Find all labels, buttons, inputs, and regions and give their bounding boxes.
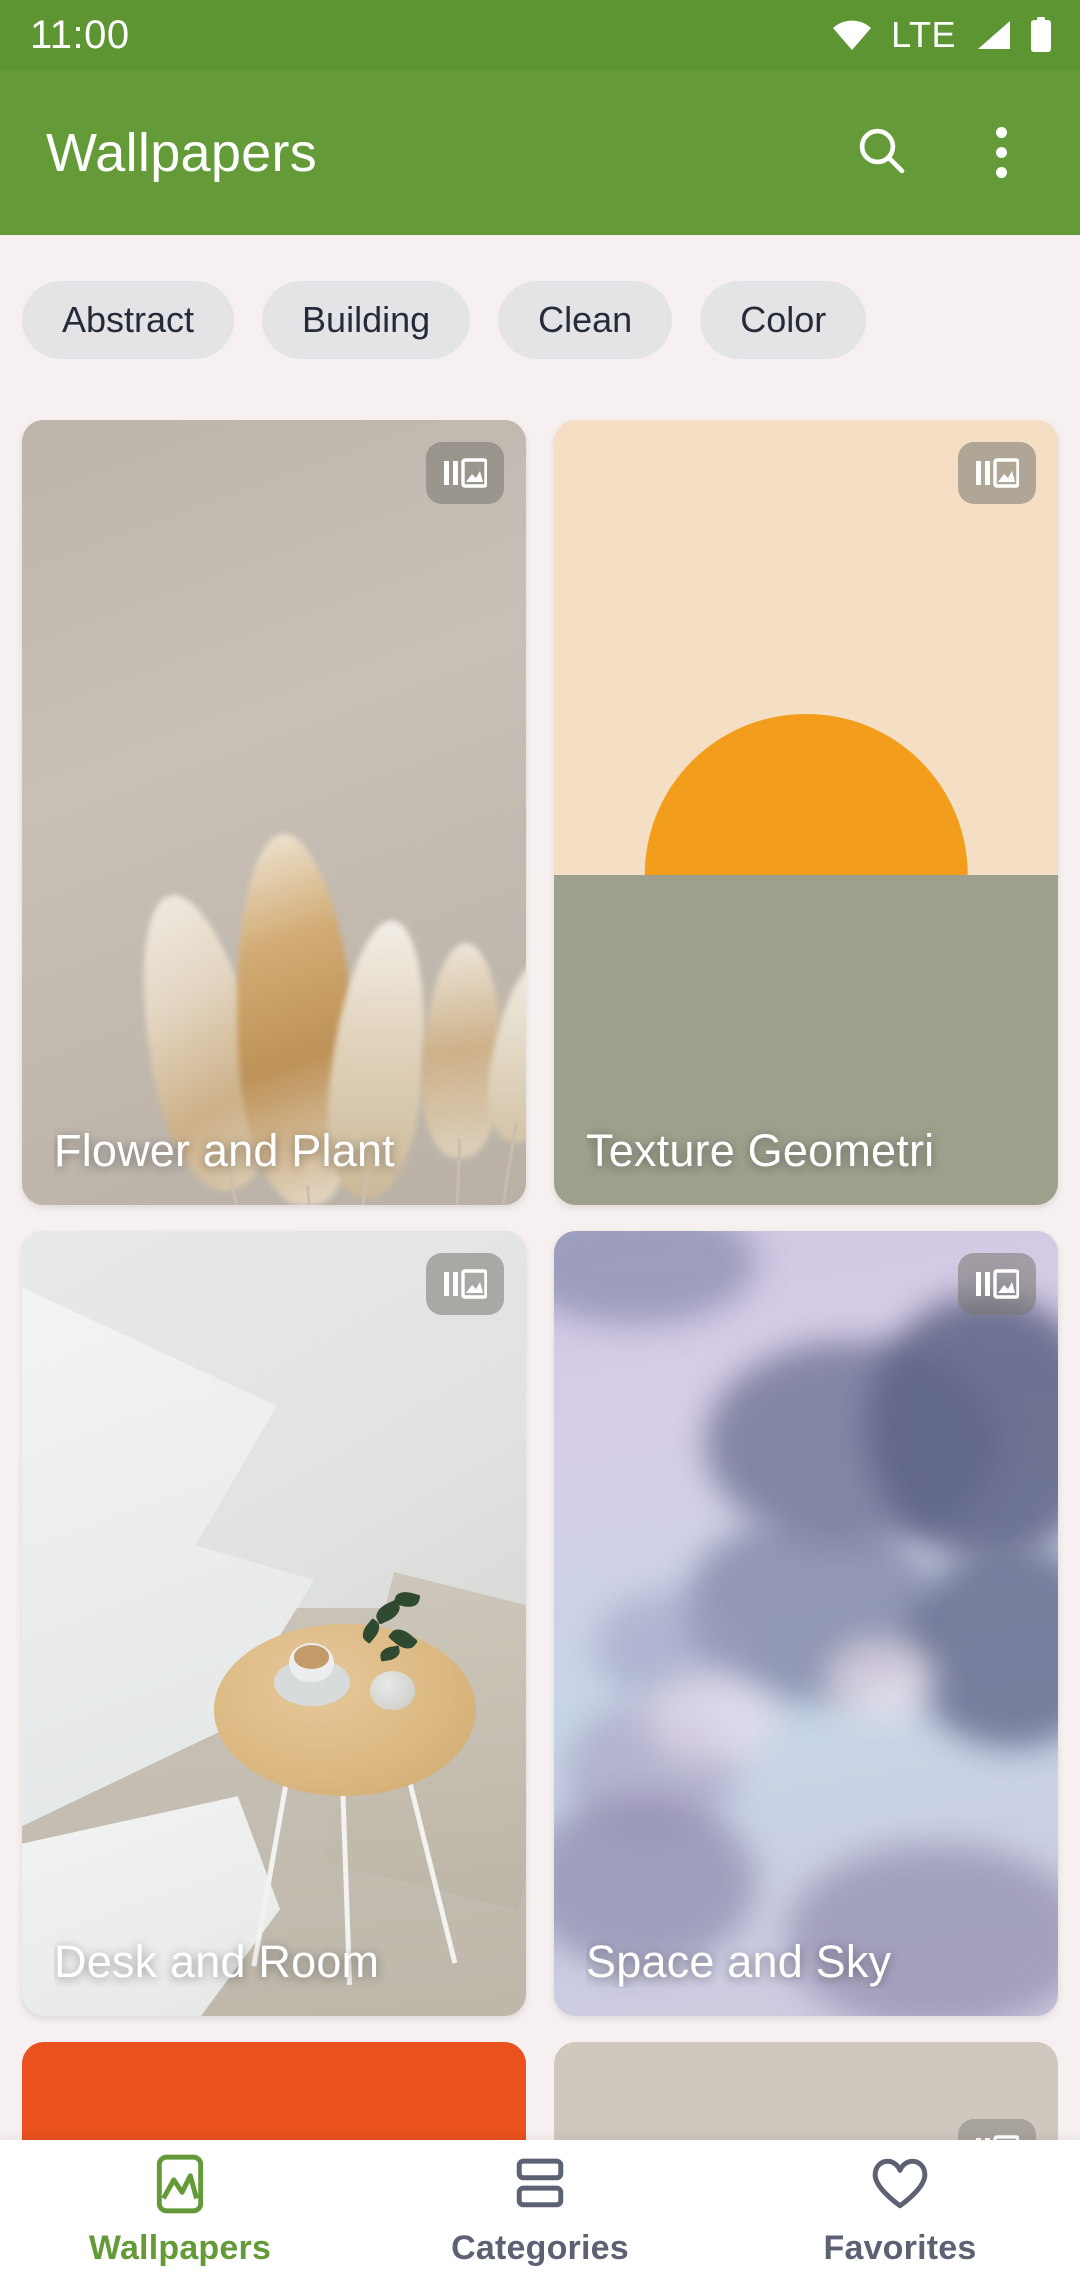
search-icon [853, 122, 909, 183]
wifi-icon [831, 19, 873, 51]
status-time: 11:00 [30, 13, 130, 57]
chip-label: Clean [538, 299, 633, 340]
wallpaper-title: Flower and Plant [54, 1125, 395, 1176]
nav-label-wallpapers: Wallpapers [88, 2228, 272, 2267]
category-chip-row[interactable]: Abstract Building Clean Color [0, 235, 1080, 405]
signal-icon [974, 19, 1012, 51]
nav-item-wallpapers[interactable]: Wallpapers [0, 2153, 360, 2268]
nav-label-categories: Categories [451, 2228, 629, 2267]
chip-label: Abstract [62, 299, 195, 340]
collection-badge [426, 1253, 504, 1315]
wallpaper-card-texture-geometri[interactable]: Texture Geometri [554, 420, 1058, 1205]
chip-color[interactable]: Color [700, 281, 867, 359]
status-icon-group: LTE [831, 14, 1052, 56]
search-button[interactable] [838, 110, 924, 196]
chip-clean[interactable]: Clean [498, 281, 673, 359]
wallpaper-thumbnail [554, 420, 1058, 1205]
heart-icon [871, 2153, 929, 2215]
status-bar: 11:00 LTE [0, 0, 1080, 70]
overflow-menu-icon [995, 127, 1007, 178]
collection-photo-icon [443, 1267, 487, 1301]
nav-label-favorites: Favorites [823, 2228, 977, 2267]
collection-photo-icon [975, 1267, 1019, 1301]
chip-building[interactable]: Building [262, 281, 471, 359]
wallpaper-thumbnail [554, 1231, 1058, 2016]
wallpaper-card-space-and-sky[interactable]: Space and Sky [554, 1231, 1058, 2016]
chip-abstract[interactable]: Abstract [22, 281, 235, 359]
stacked-rows-icon [513, 2153, 567, 2215]
wallpaper-card-partial-geometric[interactable] [554, 2042, 1058, 2140]
wallpaper-title: Desk and Room [54, 1936, 380, 1987]
app-screen: 11:00 LTE Wallpapers Abstract Building C… [0, 0, 1080, 2280]
wallpaper-card-partial-orange[interactable] [22, 2042, 526, 2140]
nav-item-categories[interactable]: Categories [360, 2153, 720, 2268]
wallpaper-card-desk-and-room[interactable]: Desk and Room [22, 1231, 526, 2016]
wallpaper-thumbnail [22, 420, 526, 1205]
image-frame-icon [153, 2153, 207, 2215]
collection-badge [958, 442, 1036, 504]
collection-photo-icon [975, 456, 1019, 490]
nav-item-favorites[interactable]: Favorites [720, 2153, 1080, 2268]
page-title: Wallpapers [46, 122, 318, 183]
collection-badge [958, 2119, 1036, 2140]
wallpaper-thumbnail [22, 2042, 526, 2140]
bottom-navigation-bar: Wallpapers Categories Favorites [0, 2140, 1080, 2280]
wallpaper-thumbnail [22, 1231, 526, 2016]
collection-badge [426, 442, 504, 504]
network-type-label: LTE [891, 14, 956, 55]
wallpaper-title: Space and Sky [586, 1936, 892, 1987]
battery-icon [1030, 17, 1052, 53]
app-bar: Wallpapers [0, 70, 1080, 235]
app-bar-actions [838, 110, 1044, 196]
collection-photo-icon [975, 2133, 1019, 2140]
chip-label: Building [302, 299, 431, 340]
wallpaper-card-flower-and-plant[interactable]: Flower and Plant [22, 420, 526, 1205]
overflow-menu-button[interactable] [958, 110, 1044, 196]
collection-photo-icon [443, 456, 487, 490]
wallpaper-title: Texture Geometri [586, 1125, 935, 1176]
collection-badge [958, 1253, 1036, 1315]
chip-label: Color [740, 299, 827, 340]
wallpaper-grid: Flower and Plant Texture Geometri Desk a… [0, 420, 1080, 2140]
sun-shape [644, 714, 968, 876]
